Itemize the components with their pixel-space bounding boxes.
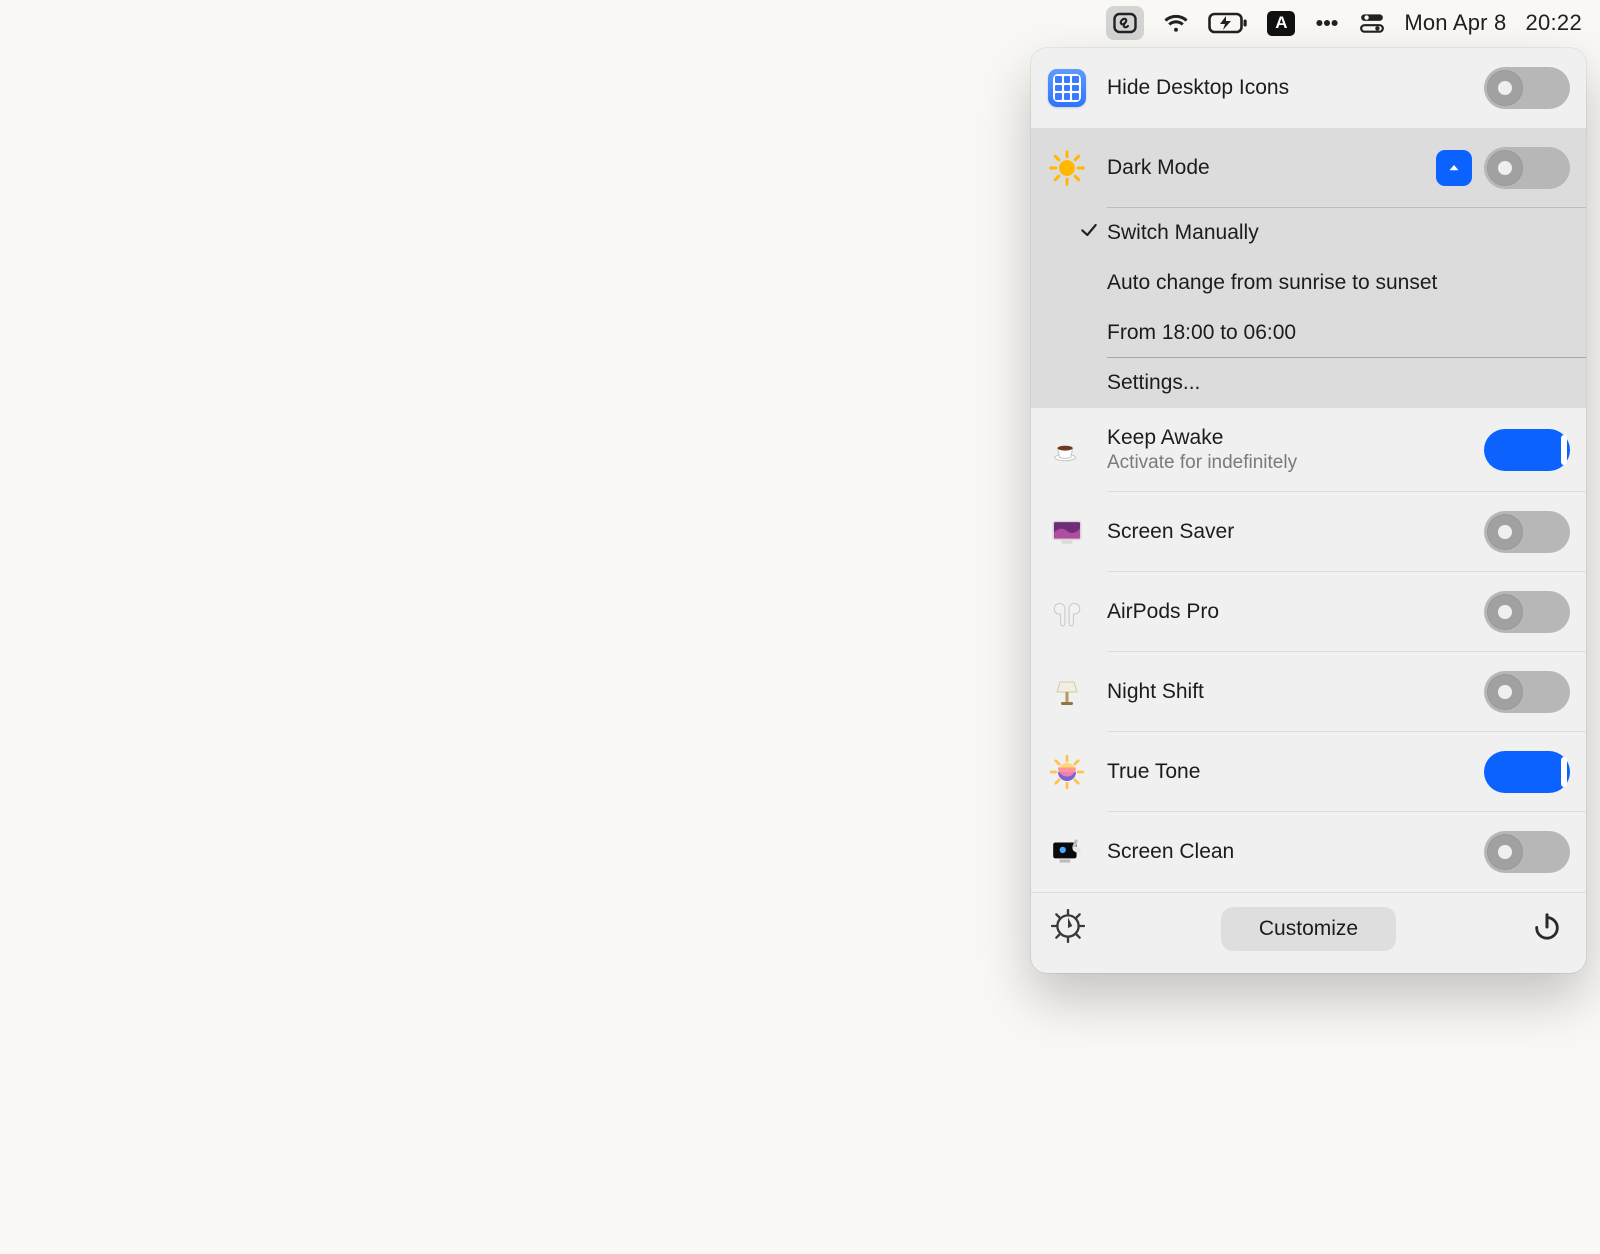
row-true-tone: True Tone	[1031, 732, 1586, 812]
control-center-icon[interactable]	[1359, 10, 1385, 36]
dark-mode-option-settings-label: Settings...	[1107, 371, 1200, 395]
row-airpods: AirPods Pro	[1031, 572, 1586, 652]
screen-saver-toggle[interactable]	[1484, 511, 1570, 553]
panel-footer: Customize	[1031, 892, 1586, 973]
screen-saver-label: Screen Saver	[1107, 520, 1466, 544]
onemenu-menubar-icon[interactable]	[1106, 6, 1144, 40]
wifi-icon[interactable]	[1163, 10, 1189, 36]
lamp-icon	[1045, 670, 1089, 714]
power-icon[interactable]	[1532, 911, 1562, 947]
keep-awake-label: Keep Awake	[1107, 426, 1466, 450]
dark-mode-option-schedule-label: From 18:00 to 06:00	[1107, 321, 1296, 345]
settings-gear-icon[interactable]	[1051, 909, 1085, 949]
dark-mode-option-manual[interactable]: Switch Manually	[1031, 208, 1586, 258]
row-screen-saver: Screen Saver	[1031, 492, 1586, 572]
battery-charging-icon[interactable]	[1208, 11, 1248, 35]
screen-clean-toggle[interactable]	[1484, 831, 1570, 873]
row-keep-awake: Keep Awake Activate for indefinitely	[1031, 408, 1586, 492]
more-icon[interactable]	[1314, 10, 1340, 36]
control-panel: Hide Desktop Icons	[1031, 48, 1586, 973]
screen-clean-icon	[1045, 830, 1089, 874]
dark-mode-disclosure[interactable]	[1436, 150, 1472, 186]
app-grid-icon	[1045, 66, 1089, 110]
coffee-icon	[1045, 428, 1089, 472]
dark-mode-option-settings[interactable]: Settings...	[1031, 358, 1586, 408]
dark-mode-toggle[interactable]	[1484, 147, 1570, 189]
keyboard-layout-icon[interactable]: A	[1267, 11, 1295, 36]
row-hide-desktop: Hide Desktop Icons	[1031, 48, 1586, 128]
dark-mode-option-manual-label: Switch Manually	[1107, 221, 1259, 245]
dark-mode-group: Dark Mode Switch Manually Auto change fr…	[1031, 128, 1586, 408]
hide-desktop-label: Hide Desktop Icons	[1107, 76, 1466, 100]
keep-awake-sublabel: Activate for indefinitely	[1107, 452, 1466, 474]
menubar-date[interactable]: Mon Apr 8	[1404, 10, 1506, 36]
row-night-shift: Night Shift	[1031, 652, 1586, 732]
true-tone-icon	[1045, 750, 1089, 794]
menubar-time[interactable]: 20:22	[1525, 10, 1582, 36]
dark-mode-label: Dark Mode	[1107, 156, 1418, 180]
airpods-icon	[1045, 590, 1089, 634]
sun-icon	[1045, 146, 1089, 190]
screen-clean-label: Screen Clean	[1107, 840, 1466, 864]
screensaver-icon	[1045, 510, 1089, 554]
check-icon	[1076, 220, 1102, 246]
menubar: A Mon Apr 8 20:22	[1088, 0, 1600, 46]
airpods-toggle[interactable]	[1484, 591, 1570, 633]
night-shift-toggle[interactable]	[1484, 671, 1570, 713]
true-tone-toggle[interactable]	[1484, 751, 1570, 793]
dark-mode-option-schedule[interactable]: From 18:00 to 06:00	[1031, 308, 1586, 358]
airpods-label: AirPods Pro	[1107, 600, 1466, 624]
true-tone-label: True Tone	[1107, 760, 1466, 784]
dark-mode-option-auto[interactable]: Auto change from sunrise to sunset	[1031, 258, 1586, 308]
customize-button[interactable]: Customize	[1221, 907, 1396, 951]
night-shift-label: Night Shift	[1107, 680, 1466, 704]
row-screen-clean: Screen Clean	[1031, 812, 1586, 892]
row-dark-mode: Dark Mode	[1031, 128, 1586, 208]
dark-mode-option-auto-label: Auto change from sunrise to sunset	[1107, 271, 1437, 295]
hide-desktop-toggle[interactable]	[1484, 67, 1570, 109]
keep-awake-toggle[interactable]	[1484, 429, 1570, 471]
